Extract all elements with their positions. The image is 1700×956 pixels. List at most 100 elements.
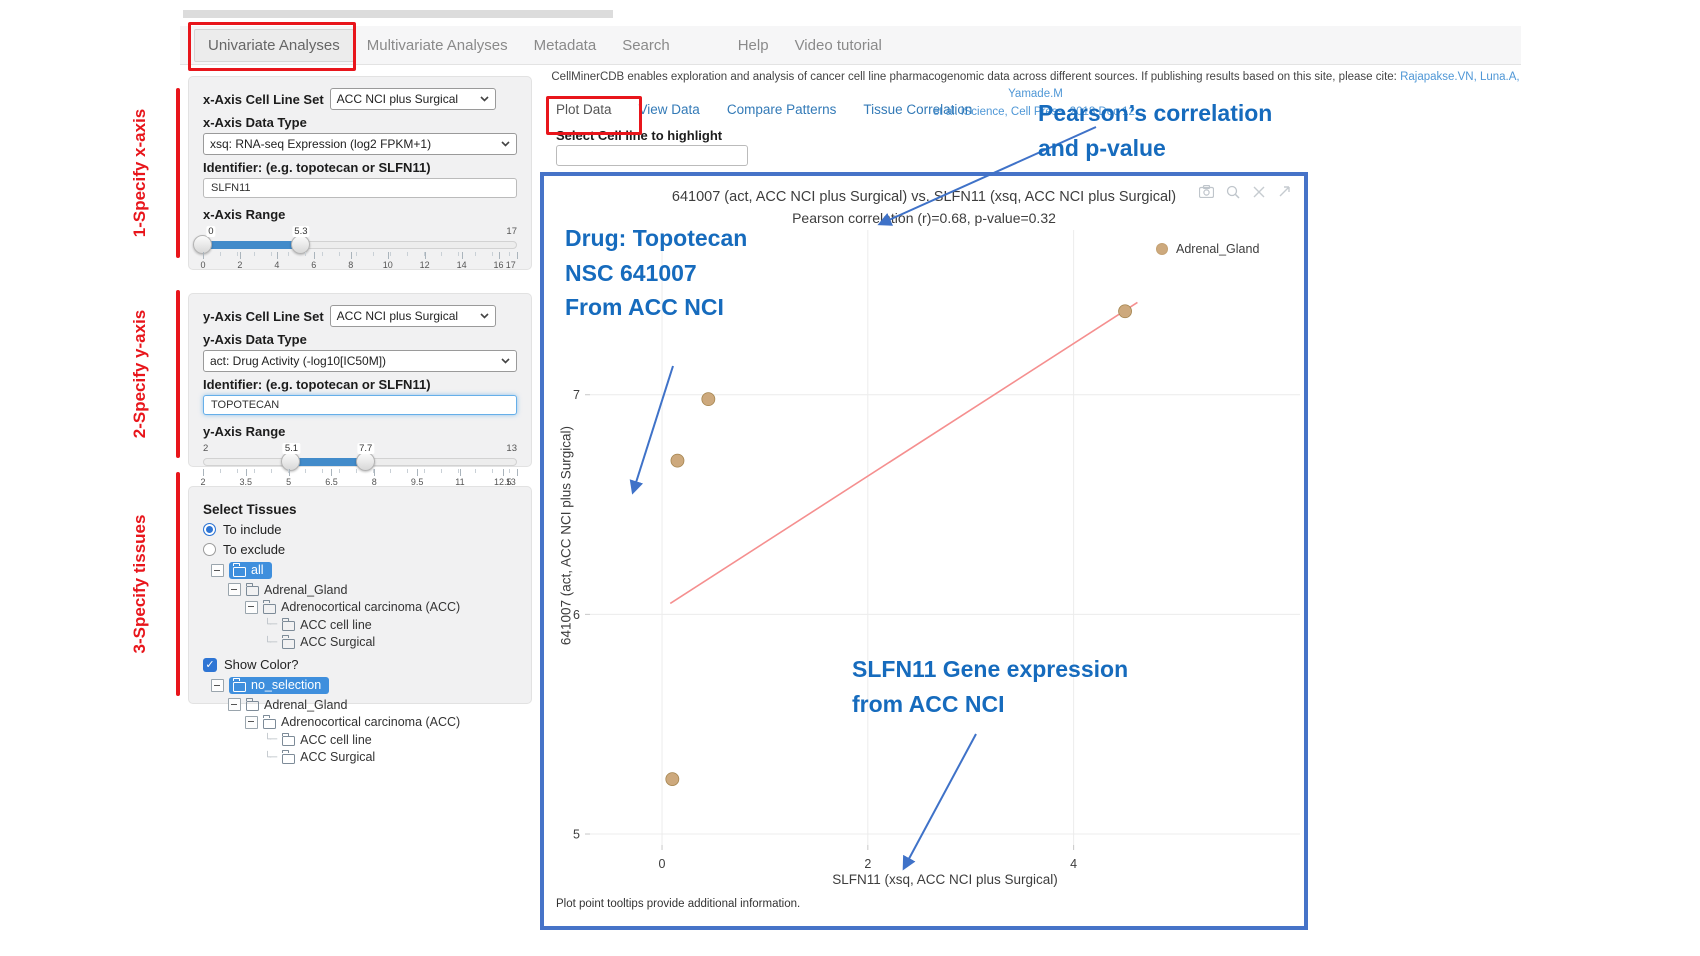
chevron-down-icon	[480, 313, 489, 319]
folder-icon	[233, 682, 246, 692]
step2-label: 2-Specify y-axis	[130, 264, 150, 484]
chevron-down-icon	[501, 358, 510, 364]
plotly-modebar	[1199, 184, 1292, 199]
tree-node-acc[interactable]: Adrenocortical carcinoma (ACC)	[245, 600, 517, 614]
slider-to-value: 7.7	[357, 443, 374, 454]
collapse-icon[interactable]	[228, 583, 241, 596]
y-range-label: y-Axis Range	[203, 424, 517, 439]
x-axis-panel: x-Axis Cell Line Set ACC NCI plus Surgic…	[188, 76, 532, 270]
tissue-tree-color: no_selection Adrenal_Gland Adrenocortica…	[211, 677, 517, 764]
tab-compare-patterns[interactable]: Compare Patterns	[727, 102, 837, 117]
svg-text:6: 6	[573, 608, 580, 622]
step3-bracket	[176, 472, 180, 696]
step2-bracket	[176, 290, 180, 458]
radio-to-exclude[interactable]: To exclude	[203, 542, 517, 557]
y-cell-line-set-select[interactable]: ACC NCI plus Surgical	[330, 305, 496, 327]
folder-icon	[246, 701, 259, 711]
x-data-type-select[interactable]: xsq: RNA-seq Expression (log2 FPKM+1)	[203, 133, 517, 155]
chevron-down-icon	[501, 141, 510, 147]
x-data-type-label: x-Axis Data Type	[203, 115, 517, 130]
collapse-icon[interactable]	[211, 564, 224, 577]
collapse-icon[interactable]	[211, 679, 224, 692]
nav-metadata[interactable]: Metadata	[521, 30, 610, 61]
slider-fill	[203, 241, 301, 249]
svg-text:5: 5	[573, 828, 580, 842]
svg-text:2: 2	[864, 857, 871, 871]
tab-view-data[interactable]: View Data	[639, 102, 700, 117]
radio-icon[interactable]	[203, 543, 216, 556]
y-data-type-select[interactable]: act: Drug Activity (-log10[IC50M])	[203, 350, 517, 372]
annotation-red-box-univariate	[188, 22, 356, 71]
x-cell-line-set-label: x-Axis Cell Line Set	[203, 92, 324, 107]
top-navbar: Univariate Analyses Multivariate Analyse…	[180, 26, 1521, 65]
radio-icon[interactable]	[203, 523, 216, 536]
tree-leaf-acc-surgical[interactable]: ACC Surgical	[264, 750, 517, 764]
tree-node-acc[interactable]: Adrenocortical carcinoma (ACC)	[245, 715, 517, 729]
nav-search[interactable]: Search	[609, 30, 683, 61]
slider-grid: 23.556.589.51112.513	[203, 469, 517, 487]
slider-min-value: 2	[203, 443, 208, 454]
tree-leaf-acc-cell-line[interactable]: ACC cell line	[264, 618, 517, 632]
folder-icon	[263, 604, 276, 614]
tree-node-all[interactable]: all	[211, 562, 517, 579]
highlight-cell-line-input[interactable]	[556, 145, 748, 166]
tree-node-adrenal-gland[interactable]: Adrenal_Gland	[228, 583, 517, 597]
show-color-checkbox-row[interactable]: ✓ Show Color?	[203, 657, 517, 672]
tree-node-no-selection[interactable]: no_selection	[211, 677, 517, 694]
expand-icon[interactable]	[1277, 184, 1292, 199]
folder-icon	[282, 639, 295, 649]
tree-node-adrenal-gland[interactable]: Adrenal_Gland	[228, 698, 517, 712]
svg-text:0: 0	[659, 857, 666, 871]
camera-icon[interactable]	[1199, 184, 1214, 199]
x-axis-title: SLFN11 (xsq, ACC NCI plus Surgical)	[590, 872, 1300, 887]
annotation-red-box-plot-data	[546, 96, 642, 135]
radio-to-include[interactable]: To include	[203, 522, 517, 537]
y-cell-line-set-label: y-Axis Cell Line Set	[203, 309, 324, 324]
slider-to-value: 5.3	[292, 226, 309, 237]
folder-icon	[282, 621, 295, 631]
folder-icon	[233, 567, 246, 577]
plot-footnote: Plot point tooltips provide additional i…	[556, 898, 800, 910]
svg-text:4: 4	[1070, 857, 1077, 871]
x-identifier-input[interactable]	[203, 178, 517, 198]
collapse-icon[interactable]	[228, 698, 241, 711]
step1-bracket	[176, 88, 180, 258]
folder-icon	[282, 736, 295, 746]
pearson-annotation: Pearson’s correlation and p-value	[1038, 96, 1272, 165]
y-range-slider[interactable]: 5.1 7.7 2 13 23.556.589.51112.513	[203, 443, 517, 491]
tree-leaf-acc-cell-line[interactable]: ACC cell line	[264, 733, 517, 747]
close-icon[interactable]	[1251, 184, 1266, 199]
x-identifier-label: Identifier: (e.g. topotecan or SLFN11)	[203, 160, 517, 175]
x-cell-line-set-select[interactable]: ACC NCI plus Surgical	[330, 88, 496, 110]
zoom-icon[interactable]	[1225, 184, 1240, 199]
y-axis-panel: y-Axis Cell Line Set ACC NCI plus Surgic…	[188, 293, 532, 467]
tree-leaf-acc-surgical[interactable]: ACC Surgical	[264, 635, 517, 649]
tissues-panel: Select Tissues To include To exclude all…	[188, 486, 532, 704]
y-identifier-label: Identifier: (e.g. topotecan or SLFN11)	[203, 377, 517, 392]
nav-help[interactable]: Help	[725, 30, 782, 61]
x-range-label: x-Axis Range	[203, 207, 517, 222]
tab-tissue-correlation[interactable]: Tissue Correlation	[863, 102, 972, 117]
folder-icon	[282, 754, 295, 764]
nav-video-tutorial[interactable]: Video tutorial	[782, 30, 895, 61]
slider-grid: 024681012141617	[203, 252, 517, 270]
slider-max-value: 13	[506, 443, 517, 454]
checkbox-checked-icon[interactable]: ✓	[203, 658, 217, 672]
nav-multivariate-analyses[interactable]: Multivariate Analyses	[354, 30, 521, 61]
collapse-icon[interactable]	[245, 716, 258, 729]
slider-fill	[291, 458, 365, 466]
chevron-down-icon	[480, 96, 489, 102]
slider-max-value: 17	[506, 226, 517, 237]
folder-icon	[246, 586, 259, 596]
slider-from-value: 5.1	[283, 443, 300, 454]
gene-annotation: SLFN11 Gene expression from ACC NCI	[852, 652, 1128, 721]
step1-label: 1-Specify x-axis	[130, 63, 150, 283]
y-data-type-label: y-Axis Data Type	[203, 332, 517, 347]
y-identifier-input[interactable]	[203, 395, 517, 415]
step3-label: 3-Specify tissues	[130, 474, 150, 694]
folder-icon	[263, 719, 276, 729]
slider-from-value: 0	[206, 226, 215, 237]
plot-title: 641007 (act, ACC NCI plus Surgical) vs. …	[544, 189, 1304, 205]
x-range-slider[interactable]: 0 5.3 17 024681012141617	[203, 226, 517, 274]
collapse-icon[interactable]	[245, 601, 258, 614]
